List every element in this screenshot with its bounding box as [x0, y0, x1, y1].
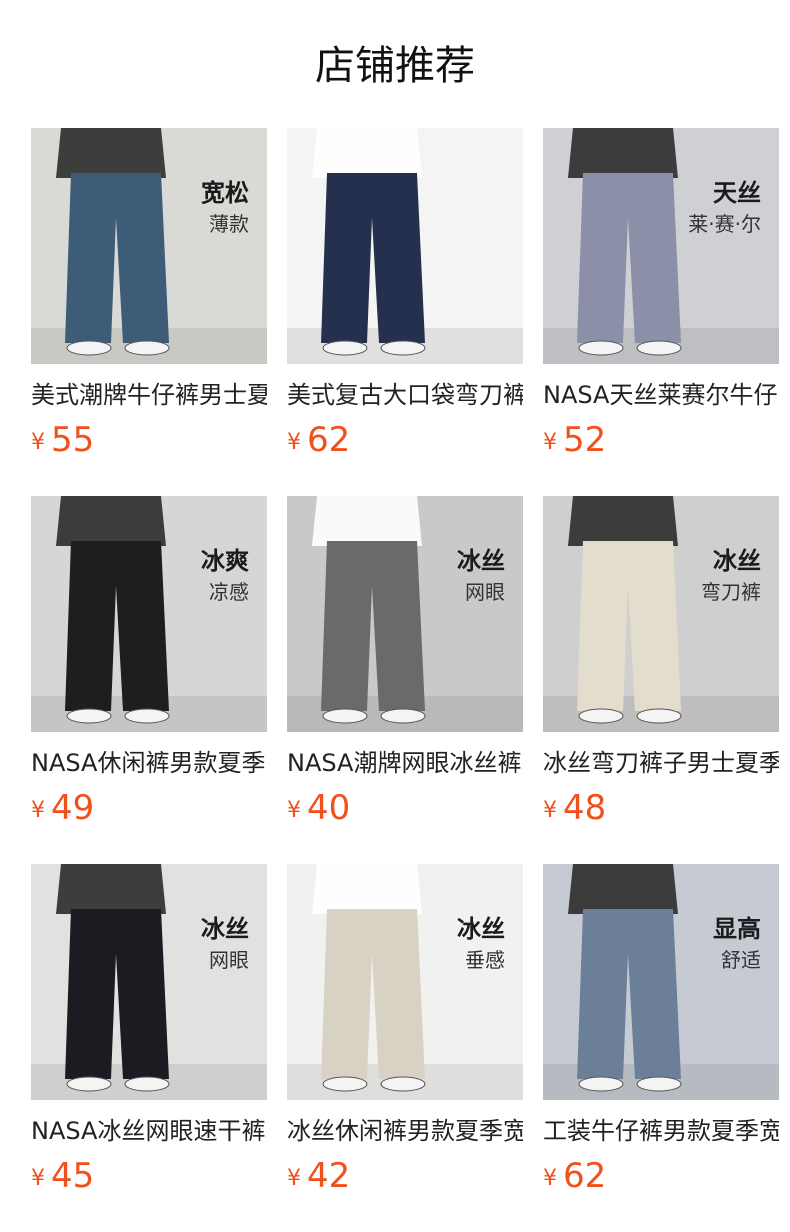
currency-symbol: ¥ — [543, 798, 557, 823]
image-tag-main: 宽松 — [201, 179, 249, 207]
product-image[interactable]: 冰丝网眼 — [287, 496, 523, 732]
product-card[interactable]: 显高舒适工装牛仔裤男款夏季宽 ¥62 — [543, 864, 779, 1232]
product-image[interactable]: 天丝莱·赛·尔 — [543, 128, 779, 364]
image-tag-main: 天丝 — [713, 179, 761, 207]
image-tag-main: 冰丝 — [457, 915, 505, 943]
product-price: ¥62 — [543, 1156, 779, 1199]
price-value: 48 — [563, 788, 607, 828]
product-photo — [287, 128, 523, 364]
product-card[interactable]: 冰丝网眼 NASA潮牌网眼冰丝裤 ¥40 — [287, 496, 523, 864]
product-grid: 宽松薄款美式潮牌牛仔裤男士夏 ¥55 美式复古大口袋弯刀裤 ¥62 天丝莱·赛·尔 NAS… — [31, 128, 779, 1232]
currency-symbol: ¥ — [31, 798, 45, 823]
image-tag-sub: 舒适 — [721, 948, 761, 972]
currency-symbol: ¥ — [31, 430, 45, 455]
image-tag-main: 显高 — [713, 915, 761, 943]
product-name[interactable]: NASA潮牌网眼冰丝裤 — [287, 748, 523, 778]
product-image[interactable]: 显高舒适 — [543, 864, 779, 1100]
image-tag-sub: 莱·赛·尔 — [688, 212, 761, 236]
image-tag-main: 冰丝 — [457, 547, 505, 575]
image-tag-sub: 薄款 — [209, 212, 249, 236]
image-tag-main: 冰丝 — [713, 547, 761, 575]
price-value: 62 — [563, 1156, 607, 1196]
product-image[interactable]: 宽松薄款 — [31, 128, 267, 364]
image-tag-sub: 网眼 — [465, 580, 505, 604]
product-image[interactable]: 冰丝弯刀裤 — [543, 496, 779, 732]
image-tag-main: 冰丝 — [201, 915, 249, 943]
product-name[interactable]: NASA天丝莱赛尔牛仔 — [543, 380, 779, 410]
product-card[interactable]: 冰爽凉感 NASA休闲裤男款夏季 ¥49 — [31, 496, 267, 864]
product-photo — [543, 496, 779, 732]
product-card[interactable]: 天丝莱·赛·尔 NASA天丝莱赛尔牛仔 ¥52 — [543, 128, 779, 496]
currency-symbol: ¥ — [31, 1166, 45, 1191]
product-name[interactable]: NASA冰丝网眼速干裤 — [31, 1116, 267, 1146]
product-price: ¥48 — [543, 788, 779, 831]
currency-symbol: ¥ — [287, 1166, 301, 1191]
product-image[interactable]: 冰丝垂感 — [287, 864, 523, 1100]
product-name[interactable]: 冰丝弯刀裤子男士夏季 — [543, 748, 779, 778]
image-tag-sub: 垂感 — [465, 948, 505, 972]
product-name[interactable]: 工装牛仔裤男款夏季宽 — [543, 1116, 779, 1146]
product-photo — [31, 128, 267, 364]
image-tag-sub: 凉感 — [209, 580, 249, 604]
product-price: ¥40 — [287, 788, 523, 831]
product-name[interactable]: 美式潮牌牛仔裤男士夏 — [31, 380, 267, 410]
product-image[interactable] — [287, 128, 523, 364]
product-price: ¥42 — [287, 1156, 523, 1199]
price-value: 42 — [307, 1156, 351, 1196]
product-card[interactable]: 冰丝垂感冰丝休闲裤男款夏季宽 ¥42 — [287, 864, 523, 1232]
page-title: 店铺推荐 — [315, 43, 475, 89]
image-tag-sub: 网眼 — [209, 948, 249, 972]
product-card[interactable]: 冰丝弯刀裤冰丝弯刀裤子男士夏季 ¥48 — [543, 496, 779, 864]
price-value: 49 — [51, 788, 95, 828]
product-photo — [543, 128, 779, 364]
product-photo — [31, 864, 267, 1100]
price-value: 55 — [51, 420, 95, 460]
product-image[interactable]: 冰丝网眼 — [31, 864, 267, 1100]
product-price: ¥55 — [31, 420, 267, 463]
product-photo — [287, 864, 523, 1100]
product-photo — [287, 496, 523, 732]
product-photo — [31, 496, 267, 732]
product-price: ¥49 — [31, 788, 267, 831]
price-value: 52 — [563, 420, 607, 460]
price-value: 40 — [307, 788, 351, 828]
product-image[interactable]: 冰爽凉感 — [31, 496, 267, 732]
price-value: 45 — [51, 1156, 95, 1196]
currency-symbol: ¥ — [543, 430, 557, 455]
product-name[interactable]: 冰丝休闲裤男款夏季宽 — [287, 1116, 523, 1146]
product-price: ¥52 — [543, 420, 779, 463]
product-name[interactable]: 美式复古大口袋弯刀裤 — [287, 380, 523, 410]
product-name[interactable]: NASA休闲裤男款夏季 — [31, 748, 267, 778]
product-price: ¥62 — [287, 420, 523, 463]
currency-symbol: ¥ — [287, 798, 301, 823]
product-card[interactable]: 美式复古大口袋弯刀裤 ¥62 — [287, 128, 523, 496]
product-card[interactable]: 冰丝网眼 NASA冰丝网眼速干裤 ¥45 — [31, 864, 267, 1232]
product-photo — [543, 864, 779, 1100]
currency-symbol: ¥ — [543, 1166, 557, 1191]
product-card[interactable]: 宽松薄款美式潮牌牛仔裤男士夏 ¥55 — [31, 128, 267, 496]
currency-symbol: ¥ — [287, 430, 301, 455]
product-price: ¥45 — [31, 1156, 267, 1199]
image-tag-sub: 弯刀裤 — [701, 580, 761, 604]
price-value: 62 — [307, 420, 351, 460]
image-tag-main: 冰爽 — [201, 547, 249, 575]
